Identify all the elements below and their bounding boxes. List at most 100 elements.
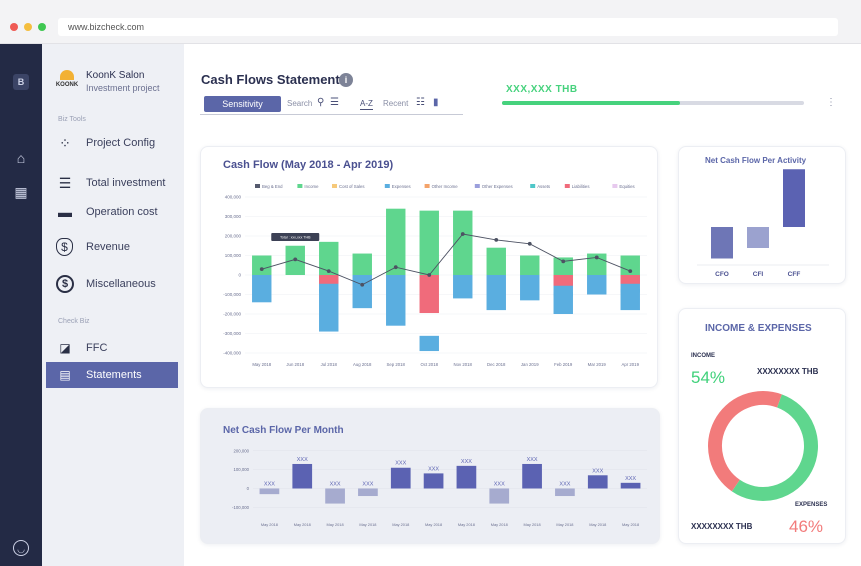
- legend-swatch: [474, 184, 480, 188]
- sidebar: KOONK KoonK Salon Investment project Biz…: [42, 44, 184, 566]
- y-tick-label: -100,000: [232, 505, 250, 510]
- sidebar-item-label: Total investment: [86, 177, 166, 189]
- legend-label: Assets: [537, 184, 550, 189]
- sidebar-item-revenue[interactable]: $ Revenue: [46, 234, 178, 260]
- url-bar[interactable]: www.bizcheck.com: [58, 18, 838, 36]
- data-label: XXX: [592, 468, 603, 474]
- sensitivity-button[interactable]: Sensitivity: [204, 96, 281, 112]
- recent-button[interactable]: Recent: [383, 99, 408, 108]
- data-label: XXX: [494, 481, 505, 487]
- bar-chart-view-icon[interactable]: ▮: [433, 97, 439, 108]
- bar-income: [520, 255, 540, 275]
- bar-liabilities: [620, 275, 640, 284]
- minimize-window-dot[interactable]: [24, 23, 32, 31]
- dollar-circle-icon: $: [56, 275, 74, 293]
- x-tick-label: May 2018: [252, 362, 271, 367]
- user-profile-icon[interactable]: ◡: [13, 540, 29, 556]
- statements-icon: ▤: [59, 368, 71, 382]
- x-tick-label: Nov 2018: [454, 362, 473, 367]
- monthly-bar: [358, 488, 378, 497]
- legend-label: Equities: [619, 184, 634, 189]
- net-line: [261, 233, 631, 286]
- net-point: [594, 255, 599, 260]
- legend-swatch: [332, 184, 337, 188]
- bar-income: [486, 247, 506, 275]
- monthly-bar: [259, 488, 280, 495]
- bar-income: [352, 253, 372, 275]
- monthly-bar: [620, 482, 641, 489]
- close-window-dot[interactable]: [10, 23, 18, 31]
- expenses-amount: XXXXXXXX THB: [691, 522, 753, 531]
- sidebar-item-total-investment[interactable]: ☰ Total investment: [46, 170, 178, 196]
- x-tick-label: CFO: [715, 271, 729, 278]
- bar-expenses: [419, 335, 439, 352]
- y-tick-label: 200,000: [225, 234, 242, 239]
- browser-bar: www.bizcheck.com: [0, 0, 861, 44]
- donut-slice: [731, 394, 818, 501]
- x-tick-label: Mar 2019: [588, 362, 607, 367]
- monthly-card: Net Cash Flow Per Month 200,000 100,000 0-…: [200, 408, 660, 544]
- bar-expenses: [620, 289, 640, 293]
- y-tick-label: 200,000: [233, 448, 249, 453]
- x-tick-label: Jun 2018: [286, 362, 304, 367]
- list-view-icon[interactable]: ☷: [416, 97, 425, 108]
- x-tick-label: May 2018: [359, 522, 376, 527]
- maximize-window-dot[interactable]: [38, 23, 46, 31]
- income-expenses-card: INCOME & EXPENSES INCOME 54% XXXXXXXX TH…: [678, 308, 846, 544]
- legend-swatch: [530, 184, 536, 188]
- bar-expenses: [319, 289, 339, 293]
- sidebar-item-label: Operation cost: [86, 206, 158, 218]
- bar-liabilities: [553, 275, 573, 286]
- x-tick-label: CFF: [788, 271, 801, 278]
- y-tick-label: -200,000: [223, 312, 241, 317]
- net-point: [527, 241, 532, 246]
- data-label: XXX: [625, 476, 636, 482]
- layout-icon[interactable]: ▦: [13, 184, 29, 200]
- data-label: XXX: [527, 457, 538, 463]
- main-content: Cash Flows Statement i Sensitivity Searc…: [184, 44, 861, 566]
- x-tick-label: Dec 2018: [487, 362, 506, 367]
- cash-flow-chart: Beg & End Income Cost of Sales Expenses Othe…: [223, 184, 647, 367]
- monthly-bar: [456, 465, 477, 489]
- bar-income: [419, 210, 439, 275]
- net-point: [293, 257, 298, 262]
- info-icon[interactable]: i: [339, 73, 353, 87]
- ffc-chart-icon: ◪: [59, 341, 71, 355]
- app-logo-icon[interactable]: B: [13, 74, 29, 90]
- net-point: [360, 282, 365, 287]
- legend-swatch: [564, 184, 570, 188]
- sidebar-item-label: Statements: [86, 369, 142, 381]
- net-point: [259, 267, 264, 272]
- sidebar-item-miscellaneous[interactable]: $ Miscellaneous: [46, 271, 178, 297]
- x-tick-label: CFI: [753, 271, 764, 278]
- data-label: XXX: [362, 481, 373, 487]
- income-expenses-donut: [708, 391, 818, 501]
- sidebar-item-project-config[interactable]: ⁘ Project Config: [46, 130, 178, 156]
- balance-progress: [502, 101, 804, 105]
- more-options-icon[interactable]: ⋮: [826, 97, 836, 108]
- sidebar-item-ffc[interactable]: ◪ FFC: [46, 335, 178, 361]
- monthly-chart: 200,000 100,000 0 -100,000 XXX May 2018 XXX May…: [232, 448, 647, 527]
- filter-lines-icon[interactable]: ☰: [330, 97, 339, 108]
- brand-name: KoonK Salon: [86, 70, 145, 81]
- x-tick-label: Apr 2019: [622, 362, 640, 367]
- sidebar-item-operation-cost[interactable]: ▬ Operation cost: [46, 199, 178, 225]
- x-tick-label: May 2018: [524, 522, 541, 527]
- sidebar-item-statements[interactable]: ▤ Statements: [46, 362, 178, 388]
- balance-amount: XXX,XXX THB: [506, 84, 578, 95]
- search-input[interactable]: Search: [287, 99, 312, 108]
- sort-az-button[interactable]: A-Z: [360, 99, 373, 110]
- bar-income: [252, 255, 272, 275]
- home-icon[interactable]: ⌂: [13, 150, 29, 166]
- activity-bar: [711, 227, 733, 259]
- x-tick-label: Jan 2019: [521, 362, 539, 367]
- search-icon[interactable]: ⚲: [317, 97, 324, 108]
- bar-expenses: [486, 275, 506, 311]
- activity-bar: [747, 227, 769, 248]
- biz-tools-label: Biz Tools: [58, 116, 86, 123]
- y-tick-label: 100,000: [233, 467, 249, 472]
- x-tick-label: May 2018: [425, 522, 442, 527]
- x-tick-label: May 2018: [622, 522, 639, 527]
- brand-logo: KOONK: [54, 70, 80, 94]
- monthly-bar: [292, 463, 313, 489]
